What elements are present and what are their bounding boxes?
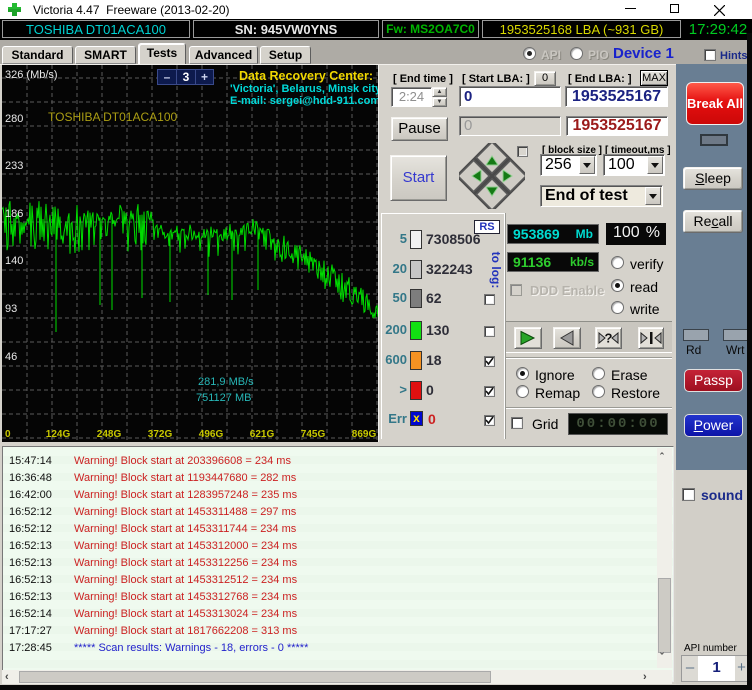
svg-text:?: ?	[605, 331, 613, 346]
